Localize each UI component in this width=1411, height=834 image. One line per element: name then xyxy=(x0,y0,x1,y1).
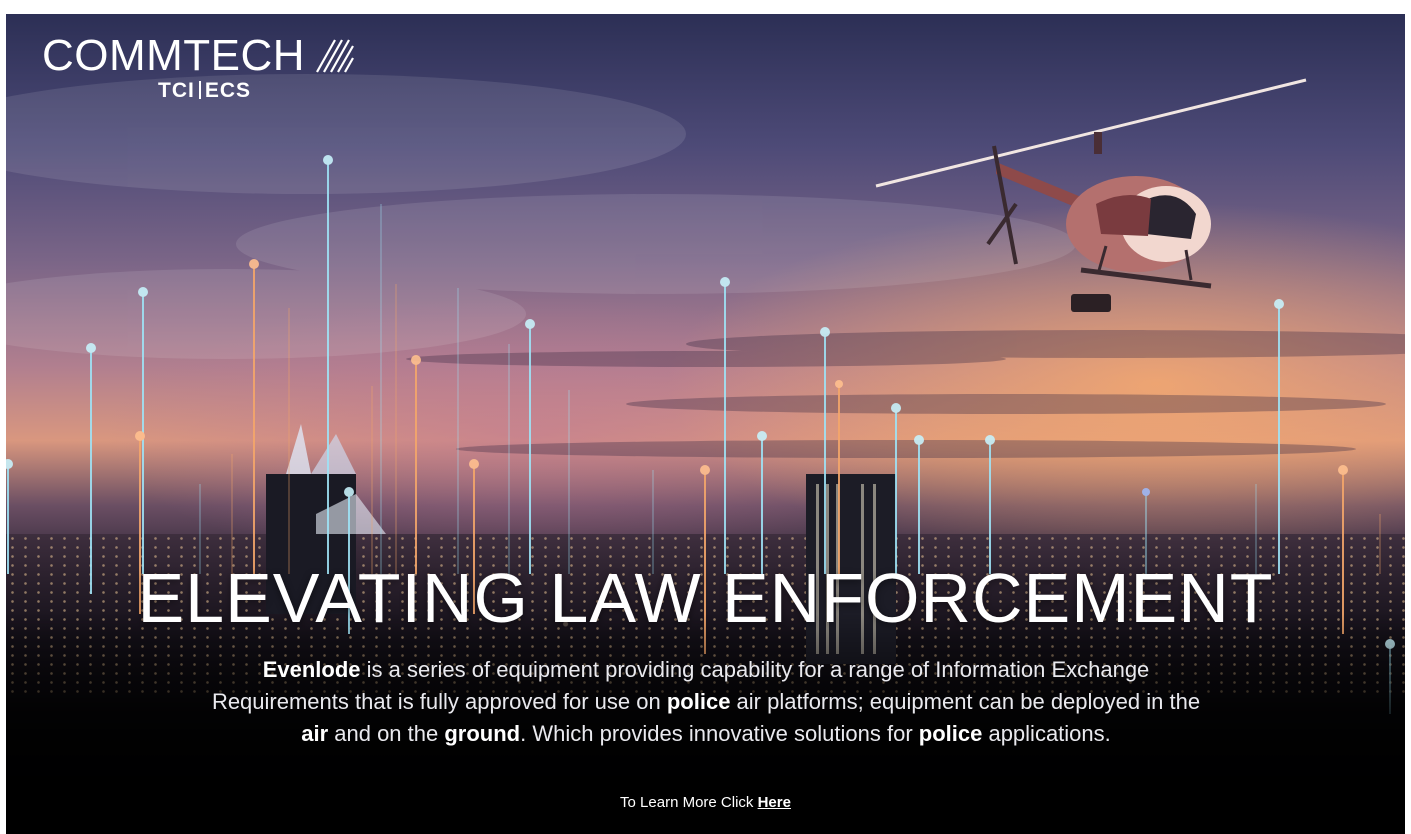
keyword-air: air xyxy=(301,721,329,746)
learn-more-link[interactable]: Here xyxy=(758,794,791,811)
product-name: Evenlode xyxy=(262,657,361,682)
intro-text-2: air platforms; equipment can be deployed… xyxy=(730,689,1201,714)
intro-paragraph: Evenlode is a series of equipment provid… xyxy=(211,654,1201,750)
keyword-ground: ground xyxy=(444,721,521,746)
hero-banner: COMMTECH TCI ECS ELEVATING LAW ENFORCEMEN… xyxy=(6,14,1405,834)
brand-logo: COMMTECH TCI ECS xyxy=(42,34,355,102)
learn-more-line: To Learn More Click Here xyxy=(6,794,1405,811)
page-headline: ELEVATING LAW ENFORCEMENT xyxy=(137,559,1274,637)
keyword-police-1: police xyxy=(666,689,731,714)
brand-name: COMMTECH xyxy=(42,31,306,80)
brand-sub-left: TCI xyxy=(158,79,195,102)
helicopter-image xyxy=(875,78,1307,312)
brand-divider xyxy=(198,81,201,99)
learn-more-text: To Learn More Click xyxy=(620,794,758,811)
keyword-police-2: police xyxy=(918,721,983,746)
intro-text-3: and on the xyxy=(328,721,445,746)
logo-stripes-icon xyxy=(316,39,355,73)
intro-text-4: . Which provides innovative solutions fo… xyxy=(520,721,919,746)
brand-sub-right: ECS xyxy=(204,79,252,102)
intro-text-5: applications. xyxy=(982,721,1111,746)
